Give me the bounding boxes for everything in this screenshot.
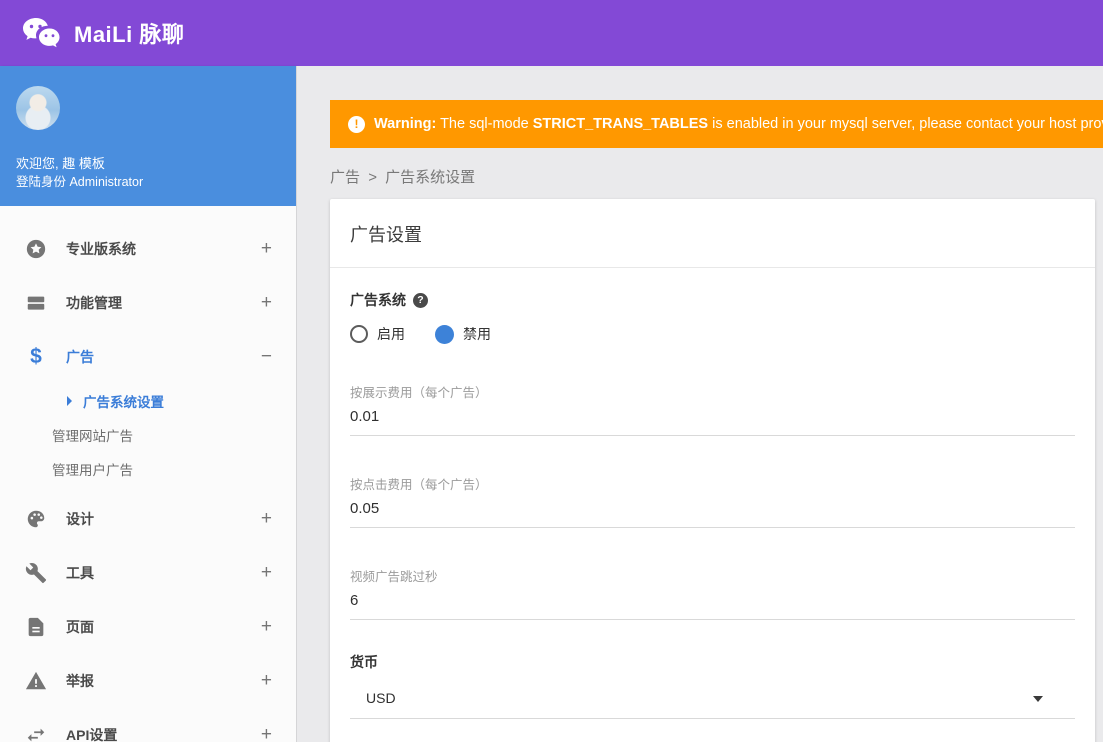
dollar-icon: $ [24,345,48,369]
help-icon[interactable]: ? [413,293,428,308]
warning-prefix: Warning: [374,116,436,132]
sidebar-item-label: 功能管理 [66,293,122,313]
radio-checked-icon[interactable] [435,325,454,344]
warning-triangle-icon [24,669,48,693]
currency-select[interactable]: USD [350,690,1075,719]
expand-plus-icon[interactable]: + [261,562,272,584]
sidebar-item-reports[interactable]: 举报 + [0,654,296,708]
breadcrumb-separator: > [368,169,377,186]
breadcrumb-current: 广告系统设置 [385,169,475,186]
field-label: 按点击费用（每个广告） [350,474,1075,493]
currency-label: 货币 [350,652,1075,672]
card-title: 广告设置 [330,199,1095,268]
main-content: ! Warning: The sql-mode STRICT_TRANS_TAB… [297,66,1103,742]
wrench-icon [24,561,48,585]
ads-submenu: 广告系统设置 管理网站广告 管理用户广告 [0,384,296,486]
field-value[interactable]: 0.05 [350,500,1075,517]
star-circle-icon [24,237,48,261]
sidebar-item-ads[interactable]: $ 广告 − [0,330,296,384]
ad-settings-card: 广告设置 广告系统 ? 启用 禁用 按展示 [330,199,1095,742]
welcome-text: 欢迎您, 趣 模板 [16,154,280,173]
sidebar: 欢迎您, 趣 模板 登陆身份 Administrator 专业版系统 + 功能管… [0,66,297,742]
radio-disable[interactable]: 禁用 [435,324,491,344]
palette-icon [24,507,48,531]
sidebar-item-label: 工具 [66,563,94,583]
swap-arrows-icon [24,723,48,742]
expand-plus-icon[interactable]: + [261,616,272,638]
sidebar-item-design[interactable]: 设计 + [0,492,296,546]
sidebar-subitem-manage-site-ads[interactable]: 管理网站广告 [0,418,296,452]
sidebar-subitem-label: 管理网站广告 [52,425,133,445]
sidebar-item-label: API设置 [66,725,117,742]
sidebar-item-tools[interactable]: 工具 + [0,546,296,600]
sidebar-item-pro-system[interactable]: 专业版系统 + [0,222,296,276]
sidebar-item-pages[interactable]: 页面 + [0,600,296,654]
chevron-right-icon [64,395,76,407]
expand-plus-icon[interactable]: + [261,724,272,742]
field-video-skip-seconds[interactable]: 视频广告跳过秒 6 [350,566,1075,620]
sidebar-profile: 欢迎您, 趣 模板 登陆身份 Administrator [0,66,296,206]
expand-plus-icon[interactable]: + [261,508,272,530]
app-title: MaiLi 脉聊 [74,17,184,49]
radio-enable-label: 启用 [377,324,405,344]
sidebar-item-label: 设计 [66,509,94,529]
radio-unchecked-icon[interactable] [350,325,368,343]
field-cost-per-view[interactable]: 按展示费用（每个广告） 0.01 [350,382,1075,436]
sidebar-subitem-manage-user-ads[interactable]: 管理用户广告 [0,452,296,486]
chevron-down-icon [1033,696,1043,702]
sidebar-item-label: 页面 [66,617,94,637]
expand-plus-icon[interactable]: + [261,292,272,314]
exclamation-circle-icon: ! [348,116,365,133]
sidebar-item-label: 广告 [66,347,94,367]
sidebar-item-api-settings[interactable]: API设置 + [0,708,296,742]
field-cost-per-click[interactable]: 按点击费用（每个广告） 0.05 [350,474,1075,528]
radio-disable-label: 禁用 [463,324,491,344]
collapse-minus-icon[interactable]: − [261,346,272,368]
ad-system-label: 广告系统 [350,290,406,310]
page-icon [24,615,48,639]
rows-icon [24,291,48,315]
radio-enable[interactable]: 启用 [350,324,405,344]
sidebar-item-label: 专业版系统 [66,239,136,259]
breadcrumb: 广告 > 广告系统设置 [330,166,1103,187]
warning-banner: ! Warning: The sql-mode STRICT_TRANS_TAB… [330,100,1103,148]
field-label: 按展示费用（每个广告） [350,382,1075,401]
sidebar-subitem-label: 广告系统设置 [83,391,164,411]
sidebar-item-feature-management[interactable]: 功能管理 + [0,276,296,330]
field-label: 视频广告跳过秒 [350,566,1075,585]
sidebar-item-label: 举报 [66,671,94,691]
warning-sql-mode: STRICT_TRANS_TABLES [533,116,708,132]
currency-value: USD [366,690,396,706]
sidebar-menu: 专业版系统 + 功能管理 + $ 广告 − 广告系统设置 [0,206,296,742]
sidebar-subitem-ad-system-settings[interactable]: 广告系统设置 [0,384,296,418]
expand-plus-icon[interactable]: + [261,670,272,692]
wechat-logo-icon [20,16,62,50]
expand-plus-icon[interactable]: + [261,238,272,260]
warning-text-2: is enabled in your mysql server, please … [708,116,1103,132]
warning-text-1: The sql-mode [436,116,532,132]
app-header: MaiLi 脉聊 [0,0,1103,66]
field-value[interactable]: 6 [350,592,1075,609]
avatar[interactable] [16,86,60,130]
breadcrumb-parent[interactable]: 广告 [330,169,360,186]
login-role-text: 登陆身份 Administrator [16,173,280,192]
field-value[interactable]: 0.01 [350,408,1075,425]
sidebar-subitem-label: 管理用户广告 [52,459,133,479]
